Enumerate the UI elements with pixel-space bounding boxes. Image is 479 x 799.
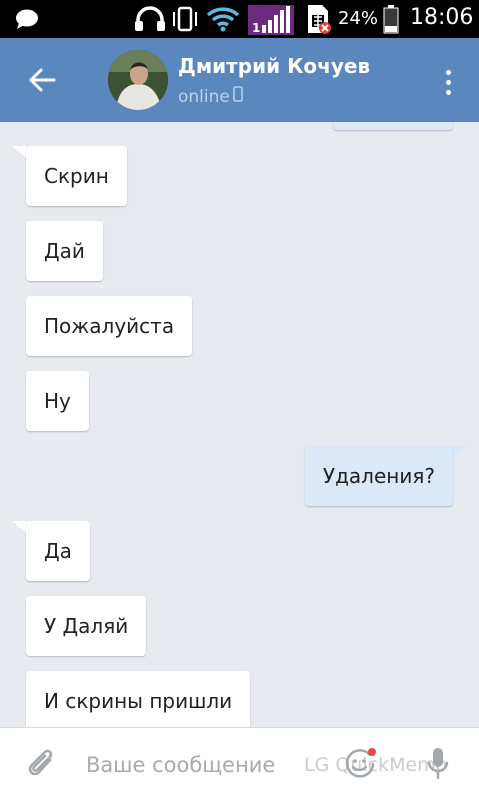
mobile-phone-icon xyxy=(233,86,243,107)
smiley-icon[interactable] xyxy=(340,744,380,784)
presence-text: online xyxy=(178,86,230,107)
message-text: Пожалуйста xyxy=(44,314,175,338)
arrow-left-icon[interactable] xyxy=(22,60,62,100)
microphone-icon[interactable] xyxy=(418,742,458,786)
message-list[interactable]: Скрин Дай Пожалуйста Ну Удаления? Да У Д… xyxy=(0,122,479,727)
wifi-icon xyxy=(204,0,242,38)
paperclip-icon[interactable] xyxy=(22,742,62,786)
avatar[interactable] xyxy=(108,50,168,110)
chat-bubble-icon xyxy=(14,0,40,38)
signal-icon: 1 xyxy=(248,0,294,38)
clock: 18:06 xyxy=(410,5,474,30)
message-incoming[interactable]: И скрины пришли xyxy=(26,671,251,727)
compose-bar: LG QuickMemo xyxy=(0,727,479,799)
message-outgoing-partial[interactable] xyxy=(333,122,453,130)
chat-header: Дмитрий Кочуев online xyxy=(0,38,479,122)
battery-percent: 24% xyxy=(338,8,379,29)
bubble-tail xyxy=(12,521,26,533)
message-text: Удаления? xyxy=(322,464,435,488)
bubble-tail xyxy=(453,446,467,458)
message-incoming[interactable]: У Даляй xyxy=(26,596,147,656)
message-incoming[interactable]: Скрин xyxy=(26,146,127,206)
message-text: У Даляй xyxy=(44,614,129,638)
sim-number: 1 xyxy=(252,21,260,35)
headphones-icon xyxy=(132,0,168,38)
phone-vibrate-icon xyxy=(170,0,200,38)
message-text: Ну xyxy=(44,389,71,413)
bubble-tail xyxy=(12,146,26,158)
message-outgoing[interactable]: Удаления? xyxy=(304,446,453,506)
presence-status: online xyxy=(178,86,243,107)
message-incoming[interactable]: Пожалуйста xyxy=(26,296,193,356)
message-incoming[interactable]: Да xyxy=(26,521,90,581)
message-text: Скрин xyxy=(44,164,109,188)
more-vertical-icon[interactable] xyxy=(436,62,460,102)
message-text: Дай xyxy=(44,239,85,263)
message-incoming[interactable]: Дай xyxy=(26,221,103,281)
status-bar: 1 24% 18:06 xyxy=(0,0,479,38)
sim-error-icon xyxy=(304,0,332,38)
contact-name[interactable]: Дмитрий Кочуев xyxy=(178,54,370,78)
battery-icon xyxy=(382,0,400,38)
message-incoming[interactable]: Ну xyxy=(26,371,89,431)
message-text: Да xyxy=(44,539,72,563)
message-text: И скрины пришли xyxy=(44,689,233,713)
